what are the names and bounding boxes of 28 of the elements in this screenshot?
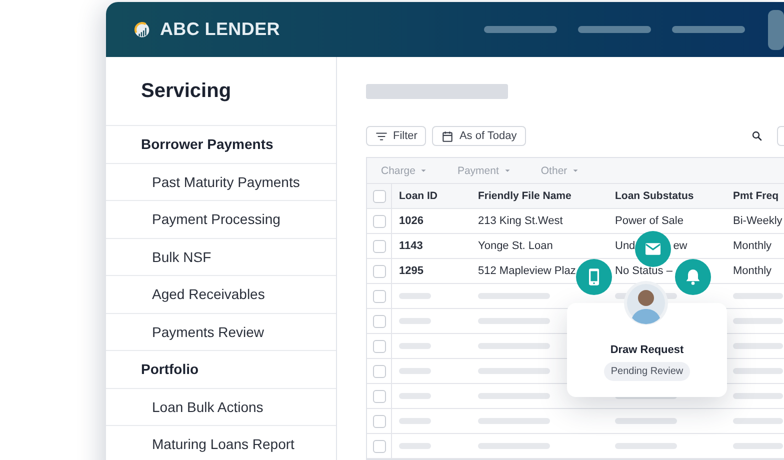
filter-button[interactable]: Filter [366,126,426,146]
table-cell-text: 1026 [398,215,424,227]
sidebar-item[interactable]: Loan Bulk Actions [152,398,264,415]
table-cell-text: Yonge St. Loan [477,240,554,252]
brand-name: ABC LENDER [160,19,280,40]
table-cell-text: Power of Sale [614,215,684,227]
sidebar-item[interactable]: Bulk NSF [152,248,212,265]
table-cell-text: Monthly [732,240,773,252]
table-cell-text: 512 Mapleview Plaz [477,265,577,277]
table-cell-text: 1143 [398,240,424,252]
table-cell-text: 1295 [398,265,424,277]
sidebar-item[interactable]: Aged Receivables [152,286,265,302]
sidebar-item[interactable]: Past Maturity Payments [152,174,300,190]
table-cell-text: Monthly [732,265,773,277]
table-cell: Und [615,240,636,252]
table-cell-text: No Status – [614,265,674,277]
card-title: Draw Request [610,344,684,356]
table-cell: ew [673,240,688,252]
date-button[interactable]: As of Today [432,126,526,146]
table-cell-text: Bi-Weekly [732,215,784,227]
sidebar-item[interactable]: Payment Processing [152,211,280,228]
status-badge: Pending Review [604,362,690,381]
table-cell-text: 213 King St.West [477,215,564,227]
sidebar-item[interactable]: Maturing Loans Report [152,436,294,452]
section-heading: Portfolio [141,361,199,378]
sidebar-title: Servicing [141,80,232,102]
sidebar-item[interactable]: Payments Review [152,324,264,340]
section-heading: Borrower Payments [141,136,274,152]
